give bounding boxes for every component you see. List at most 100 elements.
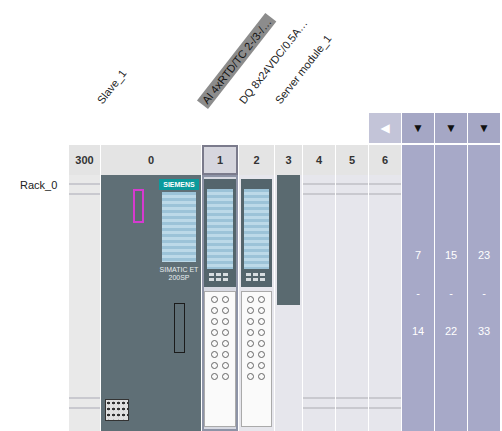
slot-number[interactable]: 300 bbox=[69, 145, 100, 175]
terminal-hole-icon bbox=[211, 318, 218, 325]
slot-group[interactable]: 7-14 bbox=[402, 175, 434, 431]
nav-cell bbox=[336, 113, 368, 143]
terminal-hole-icon bbox=[211, 351, 218, 358]
expand-button[interactable]: ▼ bbox=[402, 113, 434, 143]
slot-io[interactable] bbox=[239, 175, 274, 431]
module-label[interactable]: Slave_1 bbox=[92, 64, 131, 109]
slot-label-cell: AI 4xRTD/TC 2-/3-/… bbox=[202, 0, 238, 113]
line bbox=[69, 407, 100, 409]
terminal-hole-icon bbox=[222, 362, 229, 369]
line bbox=[336, 407, 368, 409]
range-end: 14 bbox=[412, 325, 424, 337]
led-icon bbox=[246, 278, 251, 281]
slot-lines bbox=[303, 175, 335, 431]
line bbox=[303, 397, 335, 399]
line bbox=[336, 183, 368, 185]
slot-label-cell bbox=[402, 0, 434, 113]
module-body bbox=[204, 185, 236, 287]
line bbox=[369, 183, 401, 185]
slot-number[interactable]: 5 bbox=[336, 145, 368, 175]
slot-number[interactable]: 3 bbox=[275, 145, 302, 175]
rack-label-cell: Rack_0 bbox=[0, 175, 68, 431]
lines-top bbox=[336, 175, 368, 195]
module-body bbox=[241, 185, 272, 287]
expand-button[interactable]: ▼ bbox=[435, 113, 467, 143]
slot-label-cell: Server module_1 bbox=[275, 0, 302, 113]
rack-row: Rack_0SIEMENSSIMATIC ET 200SP7-1415-2223… bbox=[0, 175, 502, 431]
slot-io[interactable] bbox=[202, 175, 238, 431]
line bbox=[303, 183, 335, 185]
nav-cell bbox=[202, 113, 238, 143]
brand-label: SIEMENS bbox=[159, 179, 199, 190]
expand-button[interactable]: ▼ bbox=[468, 113, 500, 143]
range-separator: - bbox=[416, 287, 420, 299]
terminal-hole-icon bbox=[247, 340, 254, 347]
terminal-hole-icon bbox=[247, 318, 254, 325]
terminal-hole-icon bbox=[211, 329, 218, 336]
server-module-body bbox=[277, 175, 300, 305]
terminal-hole-icon bbox=[211, 296, 218, 303]
card-slot bbox=[174, 303, 185, 353]
slot-number[interactable]: 4 bbox=[303, 145, 335, 175]
line bbox=[69, 193, 100, 195]
nav-cell bbox=[303, 113, 335, 143]
nav-cell bbox=[69, 113, 100, 143]
slot-head[interactable]: SIEMENS SIMATIC ET 200SP bbox=[101, 175, 201, 431]
line bbox=[69, 397, 100, 399]
led-icon bbox=[216, 273, 221, 276]
slot-number[interactable]: 0 bbox=[101, 145, 201, 175]
slot-number[interactable]: 2 bbox=[239, 145, 274, 175]
nav-cell: ◀ bbox=[369, 113, 401, 143]
spacer bbox=[0, 0, 68, 113]
terminal-hole-icon bbox=[247, 351, 254, 358]
terminal-hole-icon bbox=[247, 373, 254, 380]
slot-group[interactable]: 15-22 bbox=[435, 175, 467, 431]
slot-number[interactable]: 6 bbox=[369, 145, 401, 175]
line bbox=[336, 193, 368, 195]
lines-top bbox=[303, 175, 335, 195]
terminal-hole-icon bbox=[258, 318, 265, 325]
nav-cell bbox=[239, 113, 274, 143]
terminal-hole-icon bbox=[258, 362, 265, 369]
terminal-hole-icon bbox=[222, 296, 229, 303]
slot-label-cell bbox=[468, 0, 500, 113]
slot-number[interactable]: 1 bbox=[202, 145, 238, 175]
module-front bbox=[244, 189, 269, 269]
terminal-hole-icon bbox=[258, 296, 265, 303]
led-icon bbox=[223, 278, 228, 281]
lines-bottom bbox=[69, 389, 100, 431]
slot-empty[interactable] bbox=[303, 175, 335, 431]
model-label: SIMATIC ET 200SP bbox=[159, 264, 199, 285]
rack-row: Slave_1 AI 4xRTD/TC 2-/3-/…DQ 8x24VDC/0.5… bbox=[0, 0, 502, 113]
terminal-hole-icon bbox=[211, 373, 218, 380]
terminal-hole-icon bbox=[222, 318, 229, 325]
slot-empty[interactable] bbox=[336, 175, 368, 431]
module-label[interactable]: Server module_1 bbox=[270, 30, 336, 109]
terminal-base bbox=[241, 291, 272, 427]
range-separator: - bbox=[449, 287, 453, 299]
scroll-left-button[interactable]: ◀ bbox=[369, 113, 401, 143]
led-icon bbox=[260, 278, 265, 281]
slot-group[interactable]: 23-33 bbox=[468, 175, 500, 431]
range-end: 22 bbox=[445, 325, 457, 337]
profibus-connector-icon[interactable] bbox=[133, 189, 144, 223]
slot-label-cell bbox=[435, 0, 467, 113]
terminal-hole-icon bbox=[222, 340, 229, 347]
slot-server[interactable] bbox=[275, 175, 302, 431]
terminal-hole-icon bbox=[258, 307, 265, 314]
slot-label-cell: DQ 8x24VDC/0.5A… bbox=[239, 0, 274, 113]
terminal-hole-icon bbox=[258, 373, 265, 380]
rack-row: 3000123456…14…22…33 bbox=[0, 145, 502, 175]
slot-rail[interactable] bbox=[69, 175, 100, 431]
module-front bbox=[162, 192, 196, 262]
slot-empty[interactable] bbox=[369, 175, 401, 431]
interface-module[interactable]: SIEMENS SIMATIC ET 200SP bbox=[159, 179, 199, 431]
range-end: 33 bbox=[478, 325, 490, 337]
terminal-hole-icon bbox=[222, 351, 229, 358]
nav-cell: ▼ bbox=[468, 113, 500, 143]
lines-top bbox=[69, 175, 100, 195]
terminal-hole-icon bbox=[247, 307, 254, 314]
terminal-hole-icon bbox=[247, 296, 254, 303]
slot-lines bbox=[369, 175, 401, 431]
terminal-hole-icon bbox=[222, 329, 229, 336]
